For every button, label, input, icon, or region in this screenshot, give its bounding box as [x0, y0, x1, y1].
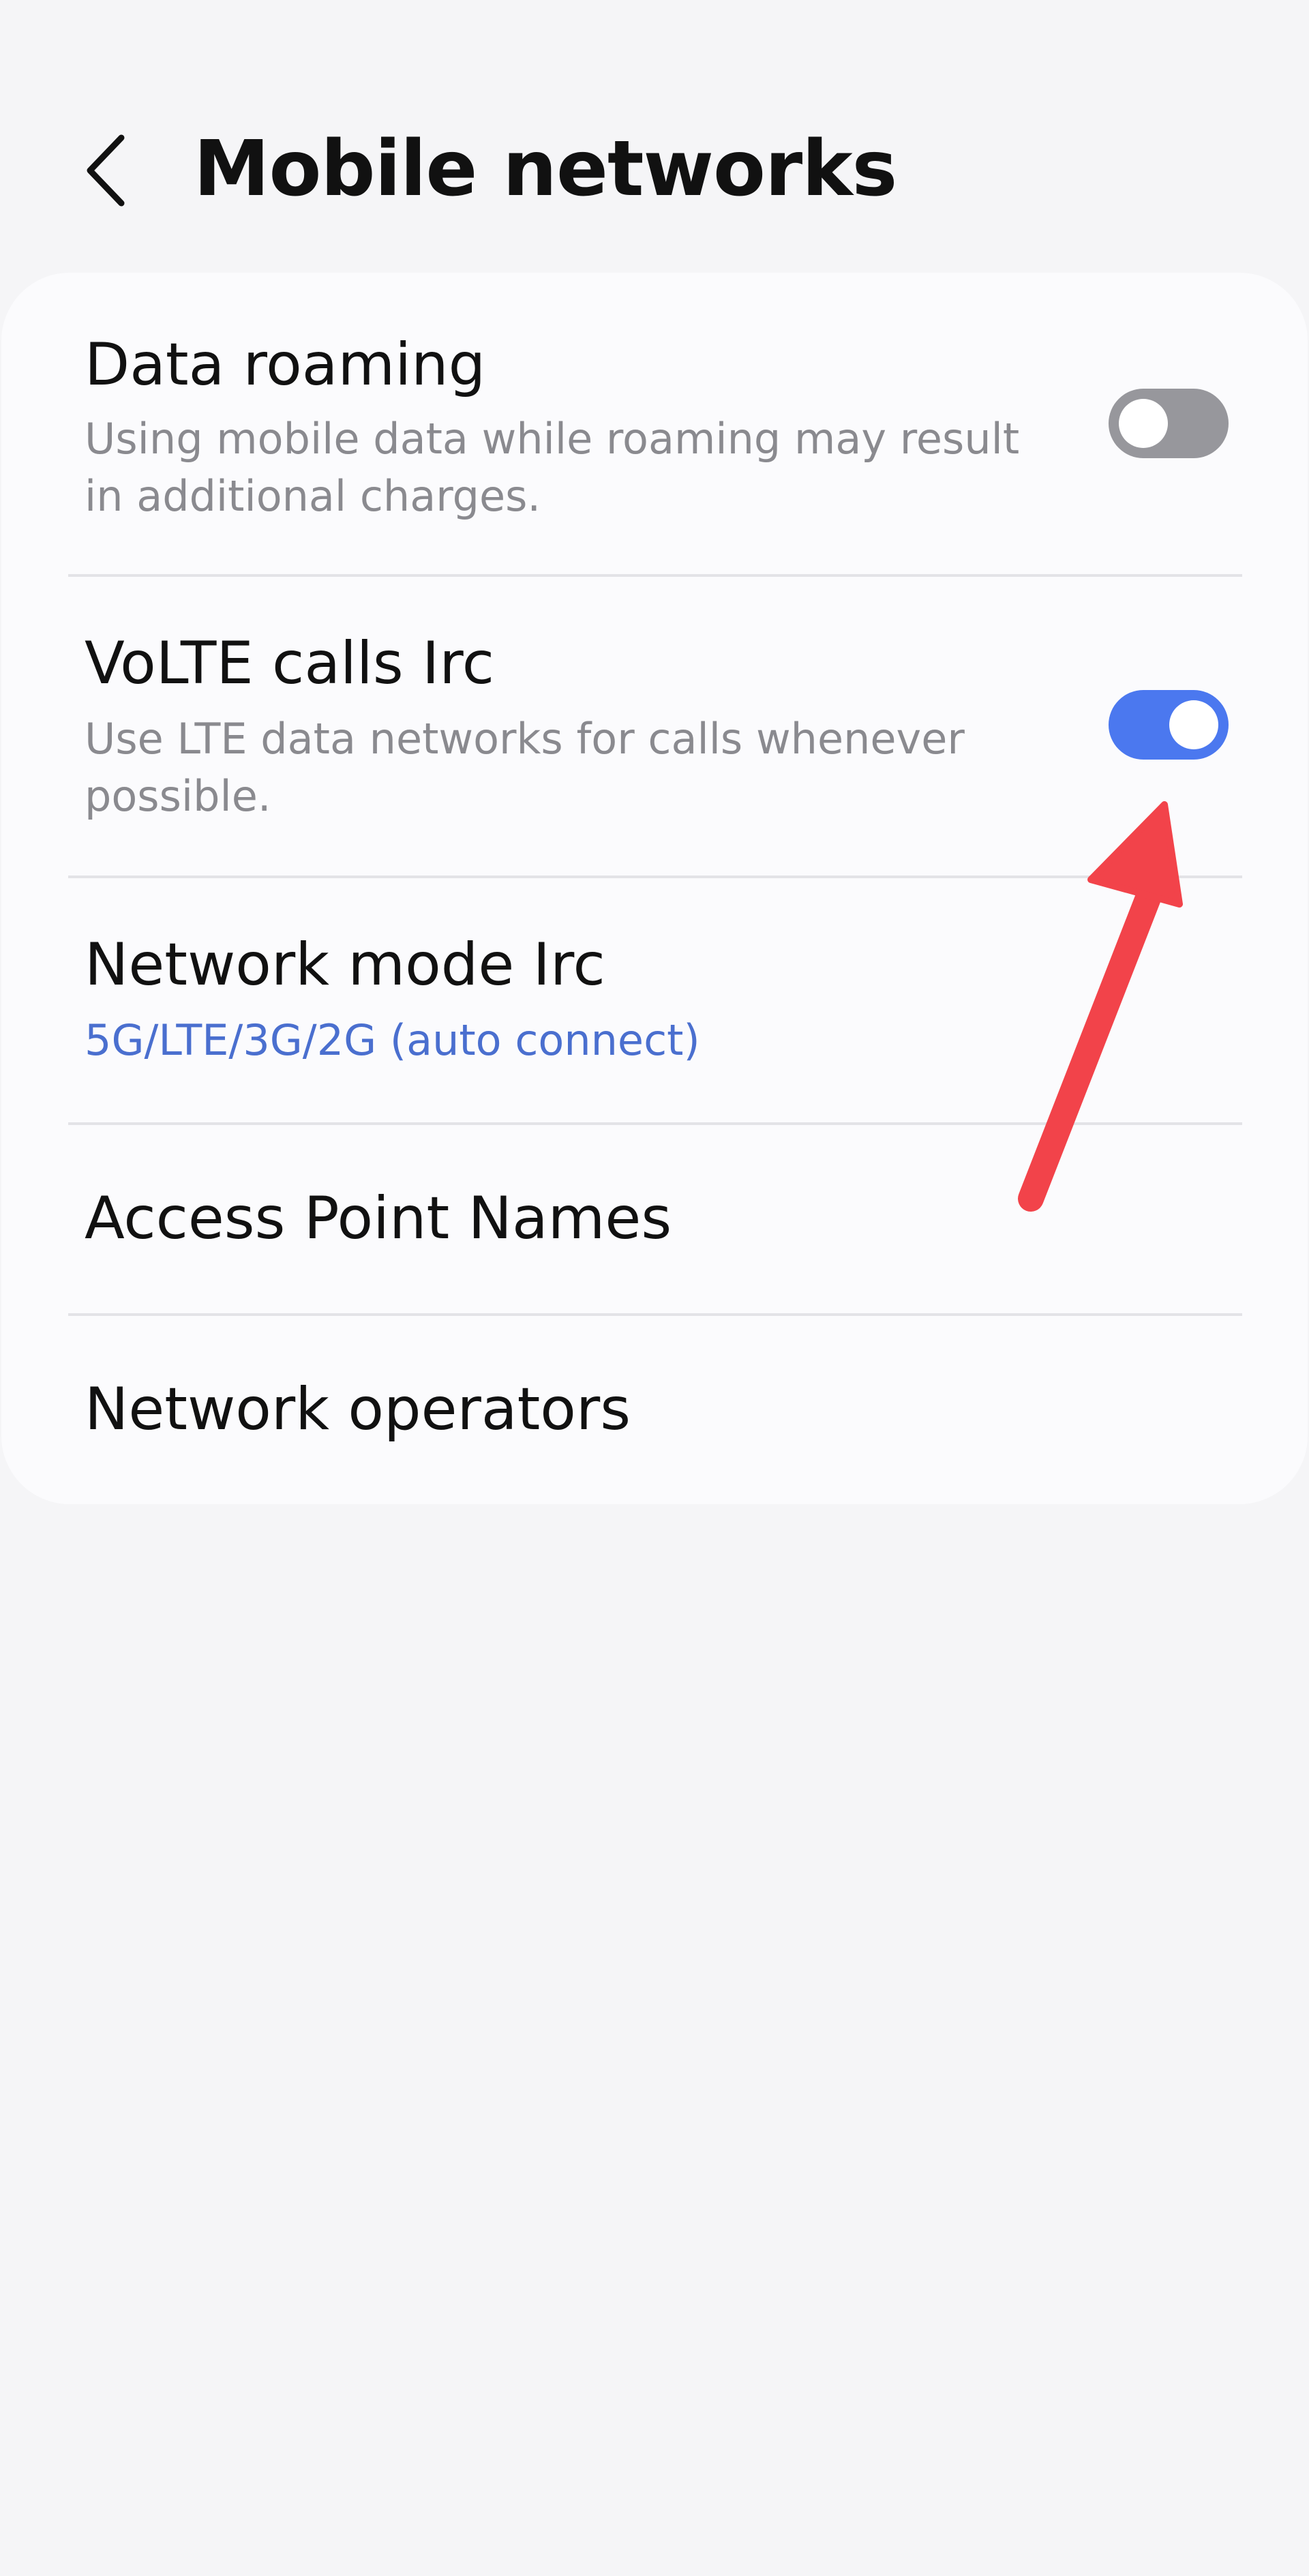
- toggle-knob: [1169, 700, 1218, 749]
- data-roaming-toggle[interactable]: [1109, 389, 1229, 458]
- annotation-arrow-icon: [1018, 801, 1183, 1212]
- volte-calls-title: VoLTE calls Irc: [85, 629, 495, 698]
- access-point-names-title: Access Point Names: [85, 1184, 672, 1253]
- data-roaming-description: Using mobile data while roaming may resu…: [85, 414, 1020, 521]
- network-operators-row[interactable]: Network operators: [1, 1316, 1308, 1504]
- network-operators-title: Network operators: [85, 1375, 631, 1443]
- data-roaming-row[interactable]: Data roaming Using mobile data while roa…: [1, 273, 1308, 574]
- toggle-knob: [1119, 399, 1168, 448]
- volte-calls-toggle[interactable]: [1109, 690, 1229, 760]
- chevron-left-icon[interactable]: [75, 130, 143, 211]
- network-mode-title: Network mode Irc: [85, 931, 605, 999]
- page-title: Mobile networks: [194, 125, 897, 213]
- network-mode-value: 5G/LTE/3G/2G (auto connect): [85, 1015, 700, 1065]
- app-header: Mobile networks: [0, 102, 1309, 232]
- data-roaming-title: Data roaming: [85, 331, 486, 399]
- volte-calls-description: Use LTE data networks for calls whenever…: [85, 714, 965, 821]
